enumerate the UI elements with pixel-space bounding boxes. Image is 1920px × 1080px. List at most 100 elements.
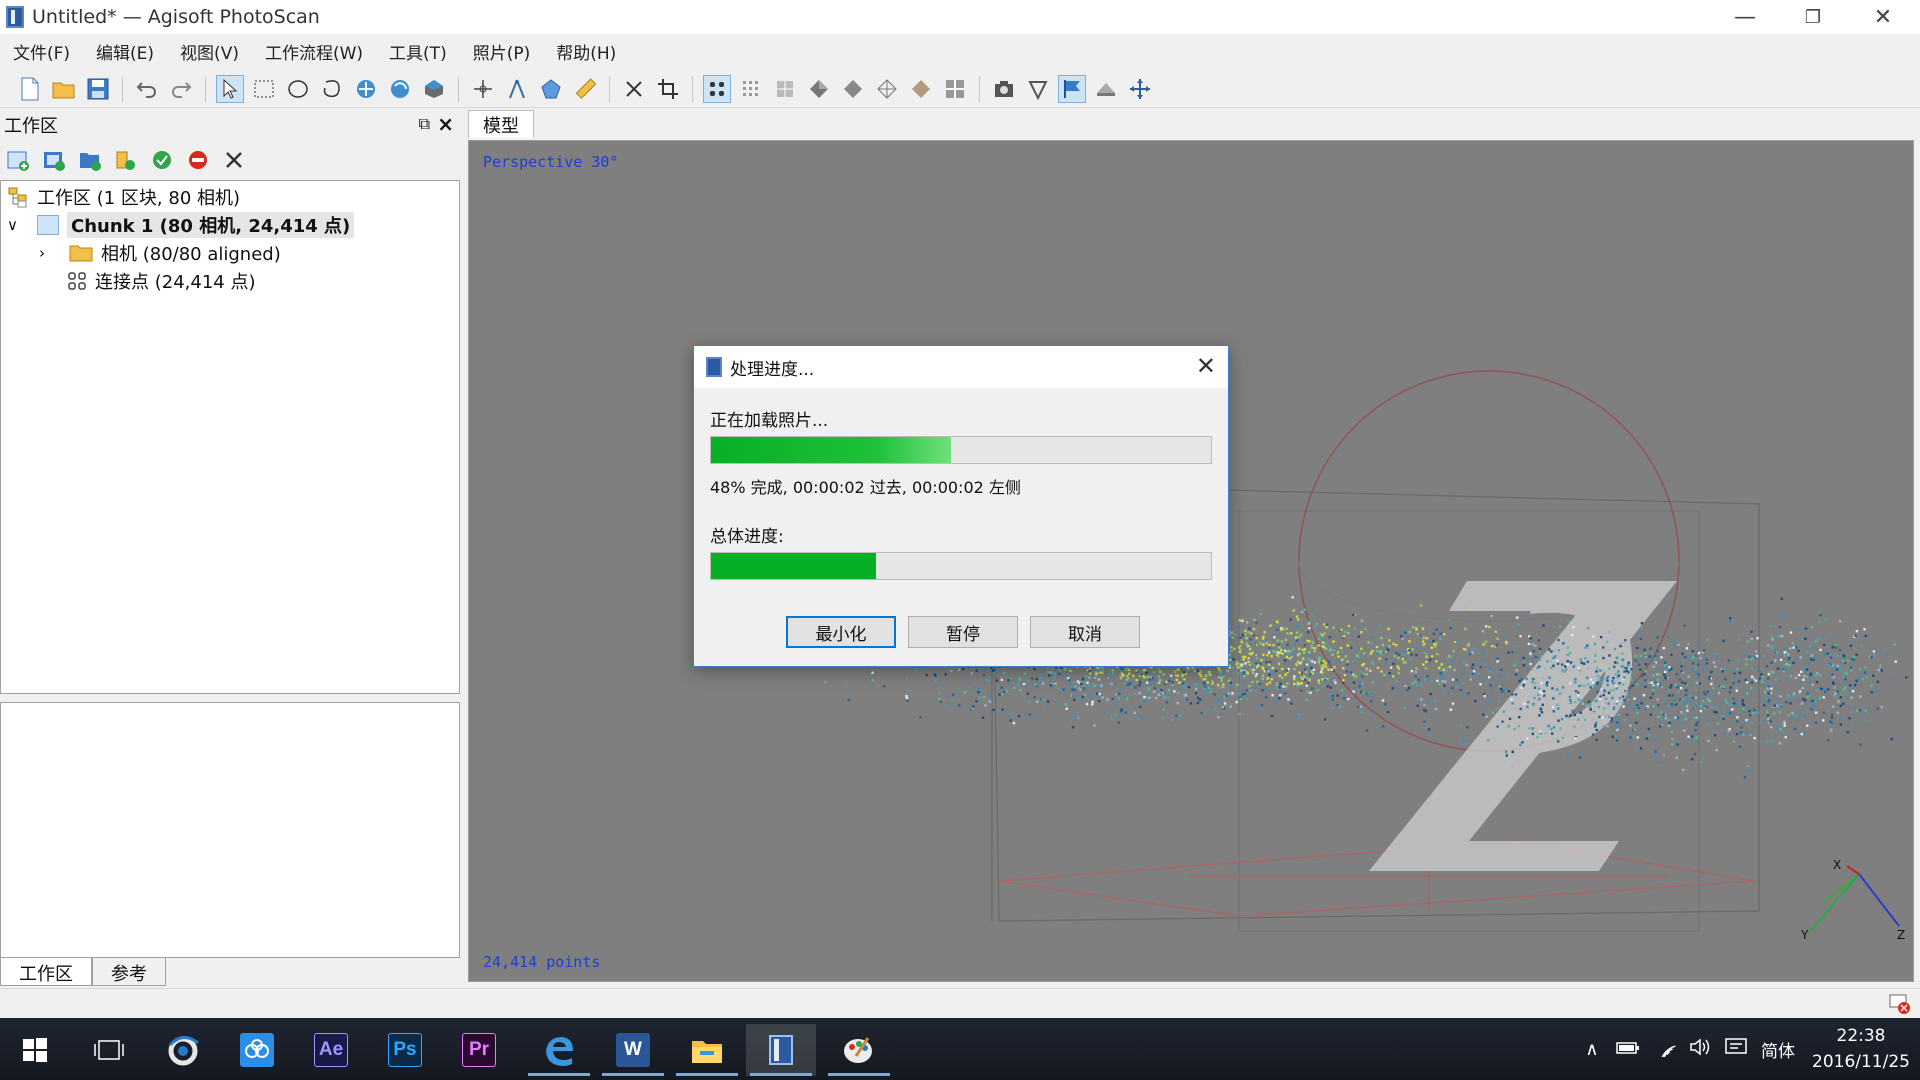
tab-model[interactable]: 模型 [468, 110, 534, 138]
ruler-icon[interactable] [571, 75, 599, 103]
workspace-panel-header: 工作区 ⧉ × [0, 112, 460, 138]
show-hidden-icons-chevron-icon[interactable]: ∧ [1574, 1039, 1610, 1060]
move-object-icon[interactable] [352, 75, 380, 103]
wireframe-model-icon[interactable] [873, 75, 901, 103]
dense-cloud-classes-icon[interactable] [771, 75, 799, 103]
task-view-button[interactable] [74, 1024, 144, 1076]
redo-icon[interactable] [167, 75, 195, 103]
show-shapes-icon[interactable] [1058, 74, 1086, 103]
expand-chevron-icon[interactable]: › [39, 244, 55, 262]
undo-icon[interactable] [133, 75, 161, 103]
console-error-icon[interactable] [1888, 993, 1912, 1015]
input-method-indicator[interactable]: 简体 [1754, 1037, 1802, 1062]
taskbar-file-explorer[interactable] [672, 1024, 742, 1076]
tab-reference[interactable]: 参考 [92, 958, 166, 986]
menu-file[interactable]: 文件(F) [0, 39, 83, 64]
add-marker-icon[interactable] [112, 146, 140, 174]
axis-label-y: Y [1800, 928, 1809, 942]
menu-workflow[interactable]: 工作流程(W) [252, 39, 376, 64]
show-region-icon[interactable] [1092, 75, 1120, 103]
dense-cloud-view-icon[interactable] [737, 75, 765, 103]
cancel-button[interactable]: 取消 [1030, 616, 1140, 648]
wifi-icon[interactable] [1646, 1037, 1682, 1062]
axis-label-x: X [1833, 858, 1841, 872]
file-explorer-icon [692, 1041, 722, 1063]
marker-crosshair-icon[interactable] [469, 75, 497, 103]
tiled-model-icon[interactable] [941, 75, 969, 103]
shaded-model-icon[interactable] [805, 75, 833, 103]
menu-photos[interactable]: 照片(P) [460, 39, 544, 64]
disable-item-icon[interactable] [184, 146, 212, 174]
workspace-tree: 工作区 (1 区块, 80 相机) ∨ Chunk 1 (80 相机, 24,4… [0, 180, 460, 694]
free-form-selection-icon[interactable] [318, 75, 346, 103]
add-folder-icon[interactable] [76, 146, 104, 174]
workspace-tree-icon [8, 187, 27, 208]
reset-view-icon[interactable] [1126, 75, 1154, 103]
close-panel-icon[interactable]: × [437, 112, 454, 136]
menu-tools[interactable]: 工具(T) [376, 39, 460, 64]
menu-edit[interactable]: 编辑(E) [83, 39, 167, 64]
taskbar-photoscan[interactable] [746, 1024, 816, 1076]
remove-item-icon[interactable] [220, 146, 248, 174]
taskbar-paint-app[interactable] [824, 1024, 894, 1076]
tree-item-cameras[interactable]: › 相机 (80/80 aligned) [39, 239, 281, 267]
solid-model-icon[interactable] [839, 75, 867, 103]
minimize-window-button[interactable]: — [1710, 0, 1780, 34]
menu-help[interactable]: 帮助(H) [543, 39, 629, 64]
minimize-button[interactable]: 最小化 [786, 616, 896, 648]
float-panel-icon[interactable]: ⧉ [419, 114, 430, 134]
taskbar-word[interactable]: W [598, 1024, 668, 1076]
open-folder-icon[interactable] [50, 75, 78, 103]
taskbar-after-effects[interactable]: Ae [296, 1024, 366, 1076]
task-progress-bar [710, 436, 1212, 464]
toolbar-separator [122, 75, 123, 102]
new-file-icon[interactable] [16, 75, 44, 103]
circle-selection-icon[interactable] [284, 75, 312, 103]
battery-icon[interactable] [1610, 1039, 1646, 1060]
windows-taskbar: Ae Ps Pr W ∧ 简体 22:38 2016/11/25 [0, 1018, 1920, 1080]
dialog-close-icon[interactable]: ✕ [1196, 352, 1216, 380]
volume-icon[interactable] [1682, 1037, 1718, 1062]
taskbar-edge[interactable] [524, 1024, 594, 1076]
region-base-outline [998, 840, 1755, 917]
taskbar-clock[interactable]: 22:38 2016/11/25 [1802, 1023, 1920, 1075]
taskbar-cloud-app[interactable] [222, 1024, 292, 1076]
taskbar-premiere[interactable]: Pr [444, 1024, 514, 1076]
show-markers-icon[interactable] [1024, 75, 1052, 103]
point-cloud-view-icon[interactable] [703, 74, 731, 103]
tree-item-tie-points[interactable]: 连接点 (24,414 点) [67, 267, 255, 295]
action-center-icon[interactable] [1718, 1037, 1754, 1062]
restore-window-button[interactable]: ❐ [1778, 0, 1848, 34]
add-photos-icon[interactable] [40, 146, 68, 174]
pause-button[interactable]: 暂停 [908, 616, 1018, 648]
tree-item-chunk[interactable]: ∨ Chunk 1 (80 相机, 24,414 点) [7, 211, 355, 239]
rotate-object-icon[interactable] [386, 75, 414, 103]
close-window-button[interactable]: ✕ [1848, 0, 1918, 34]
browser-swirl-icon [168, 1036, 199, 1066]
save-icon[interactable] [84, 75, 112, 103]
add-chunk-icon[interactable] [4, 146, 32, 174]
start-button[interactable] [0, 1024, 70, 1076]
textured-model-icon[interactable] [907, 75, 935, 103]
chunk-icon [37, 215, 59, 235]
navigation-cursor-icon[interactable] [216, 74, 244, 103]
word-icon: W [616, 1033, 650, 1067]
rectangle-selection-icon[interactable] [250, 75, 278, 103]
window-title: Untitled* — Agisoft PhotoScan [32, 6, 320, 28]
draw-polygon-icon[interactable] [537, 75, 565, 103]
delete-selection-icon[interactable] [620, 75, 648, 103]
scale-object-icon[interactable] [420, 75, 448, 103]
draw-point-icon[interactable] [503, 75, 531, 103]
taskbar-browser-app[interactable] [148, 1024, 218, 1076]
tab-workspace[interactable]: 工作区 [0, 958, 92, 986]
tree-item-workspace[interactable]: 工作区 (1 区块, 80 相机) [7, 183, 240, 211]
crop-selection-icon[interactable] [654, 75, 682, 103]
photoshop-icon: Ps [388, 1033, 422, 1067]
taskbar-photoshop[interactable]: Ps [370, 1024, 440, 1076]
collapse-chevron-icon[interactable]: ∨ [7, 216, 23, 234]
menu-view[interactable]: 视图(V) [167, 39, 252, 64]
point-count-label: 24,414 points [483, 953, 601, 971]
enable-item-icon[interactable] [148, 146, 176, 174]
show-cameras-icon[interactable] [990, 75, 1018, 103]
photoscan-dialog-icon [706, 357, 722, 377]
